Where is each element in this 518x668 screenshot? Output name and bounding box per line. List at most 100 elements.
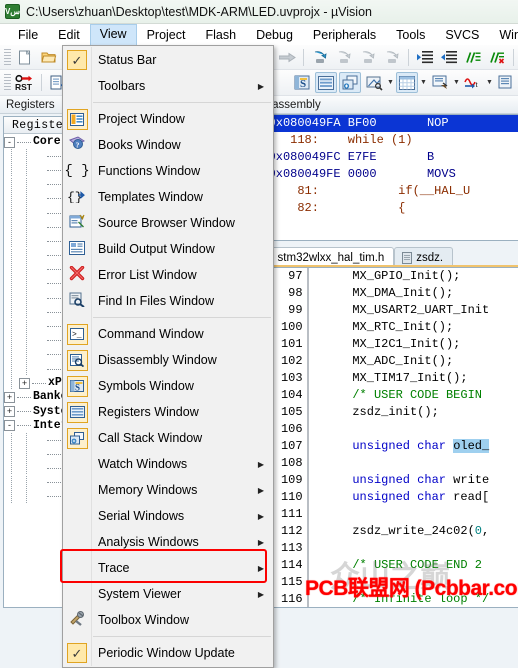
reset-icon[interactable]: RST	[14, 72, 36, 93]
editor-tab[interactable]: zsdz.	[394, 247, 454, 267]
menu-item-trace[interactable]: Trace ▶	[63, 555, 273, 581]
editor-tab[interactable]: stm32wlxx_hal_tim.h	[255, 247, 395, 267]
code-line[interactable]: MX_I2C1_Init();	[324, 336, 518, 353]
menu-item-functions-window[interactable]: { } Functions Window	[63, 158, 273, 184]
step-out-icon[interactable]	[357, 47, 379, 68]
menu-item-toolbox-window[interactable]: Toolbox Window	[63, 607, 273, 633]
fold-marker[interactable]	[309, 370, 318, 387]
menu-item-disassembly-window[interactable]: Disassembly Window	[63, 347, 273, 373]
menu-edit[interactable]: Edit	[48, 25, 90, 45]
disassembly-code[interactable]: 0x080049FA BF00 NOP 118: while (1) 0x0800…	[268, 115, 518, 240]
serial-dropdown-caret[interactable]: ▼	[452, 72, 461, 93]
menu-peripherals[interactable]: Peripherals	[303, 25, 386, 45]
fold-marker[interactable]	[309, 540, 318, 557]
code-line[interactable]: MX_USART2_UART_Init	[324, 302, 518, 319]
menu-item-build-output-window[interactable]: Build Output Window	[63, 236, 273, 262]
tree-expander-icon[interactable]: -	[4, 420, 15, 432]
code-line[interactable]: MX_RTC_Init();	[324, 319, 518, 336]
fold-marker[interactable]	[309, 489, 318, 506]
menu-item-analysis-windows[interactable]: Analysis Windows ▶	[63, 529, 273, 555]
fold-marker[interactable]	[309, 506, 318, 523]
menu-item-source-browser-window[interactable]: Source Browser Window	[63, 210, 273, 236]
code-line[interactable]: unsigned char oled_	[324, 438, 518, 455]
fold-marker[interactable]	[309, 472, 318, 489]
code-line[interactable]	[324, 455, 518, 472]
new-file-icon[interactable]	[14, 47, 36, 68]
serial-icon[interactable]	[429, 72, 451, 93]
disassembly-line[interactable]: 0x080049FE 0000 MOVS	[269, 166, 518, 183]
menu-item-periodic-window-update[interactable]: ✓ Periodic Window Update	[63, 640, 273, 666]
watch-icon[interactable]	[363, 72, 385, 93]
code-line[interactable]: /* USER CODE BEGIN	[324, 387, 518, 404]
menu-item-status-bar[interactable]: ✓ Status Bar	[63, 47, 273, 73]
run-to-cursor-icon[interactable]	[381, 47, 403, 68]
toolbar-grip[interactable]	[4, 74, 11, 91]
fold-marker[interactable]	[309, 404, 318, 421]
code-line[interactable]: unsigned char write	[324, 472, 518, 489]
menu-item-symbols-window[interactable]: S Symbols Window	[63, 373, 273, 399]
fold-marker[interactable]	[309, 319, 318, 336]
analysis-icon[interactable]: t	[462, 72, 484, 93]
code-line[interactable]: zsdz_init();	[324, 404, 518, 421]
menu-item-watch-windows[interactable]: Watch Windows ▶	[63, 451, 273, 477]
symbols-icon[interactable]: S	[291, 72, 313, 93]
step-forward-icon[interactable]	[276, 47, 298, 68]
outdent-icon[interactable]	[438, 47, 460, 68]
menu-item-books-window[interactable]: ? Books Window	[63, 132, 273, 158]
menu-tools[interactable]: Tools	[386, 25, 435, 45]
menu-item-error-list-window[interactable]: Error List Window	[63, 262, 273, 288]
memory-dropdown-caret[interactable]: ▼	[419, 72, 428, 93]
trace-icon[interactable]	[495, 72, 517, 93]
code-line[interactable]	[324, 506, 518, 523]
menu-item-call-stack-window[interactable]: Call Stack Window	[63, 425, 273, 451]
registers-icon[interactable]	[315, 72, 337, 93]
disassembly-line[interactable]: 118: while (1)	[269, 132, 518, 149]
code-line[interactable]	[324, 421, 518, 438]
analysis-dropdown-caret[interactable]: ▼	[485, 72, 494, 93]
code-line[interactable]: MX_DMA_Init();	[324, 285, 518, 302]
disassembly-line[interactable]: 0x080049FA BF00 NOP	[268, 115, 518, 132]
menu-flash[interactable]: Flash	[195, 25, 246, 45]
menu-item-command-window[interactable]: >_ Command Window	[63, 321, 273, 347]
menu-item-project-window[interactable]: Project Window	[63, 106, 273, 132]
uncomment-icon[interactable]	[486, 47, 508, 68]
code-line[interactable]: MX_GPIO_Init();	[324, 268, 518, 285]
code-line[interactable]: unsigned char read[	[324, 489, 518, 506]
tree-expander-icon[interactable]: +	[19, 377, 30, 389]
memory-icon[interactable]	[396, 72, 418, 93]
step-into-icon[interactable]	[309, 47, 331, 68]
code-line[interactable]: MX_TIM17_Init();	[324, 370, 518, 387]
tree-expander-icon[interactable]: -	[4, 136, 15, 148]
menu-item-registers-window[interactable]: Registers Window	[63, 399, 273, 425]
fold-marker[interactable]	[309, 387, 318, 404]
editor-fold-gutter[interactable]: -	[306, 268, 318, 607]
watch-dropdown-caret[interactable]: ▼	[386, 72, 395, 93]
disassembly-line[interactable]: 82: {	[269, 200, 518, 217]
fold-marker[interactable]	[309, 285, 318, 302]
indent-icon[interactable]	[414, 47, 436, 68]
menu-debug[interactable]: Debug	[246, 25, 303, 45]
menu-svcs[interactable]: SVCS	[435, 25, 489, 45]
comment-icon[interactable]	[462, 47, 484, 68]
menu-view[interactable]: View	[89, 24, 137, 45]
menu-file[interactable]: File	[8, 25, 48, 45]
fold-marker[interactable]	[309, 336, 318, 353]
menu-item-toolbars[interactable]: Toolbars ▶	[63, 73, 273, 99]
step-over-icon[interactable]	[333, 47, 355, 68]
fold-marker[interactable]	[309, 523, 318, 540]
fold-marker[interactable]	[309, 268, 318, 285]
tree-expander-icon[interactable]: +	[4, 406, 15, 418]
menu-item-memory-windows[interactable]: Memory Windows ▶	[63, 477, 273, 503]
call-stack-icon[interactable]	[339, 72, 361, 93]
menu-item-templates-window[interactable]: {} Templates Window	[63, 184, 273, 210]
fold-marker[interactable]	[309, 353, 318, 370]
fold-marker[interactable]	[309, 302, 318, 319]
code-line[interactable]: MX_ADC_Init();	[324, 353, 518, 370]
fold-marker[interactable]	[309, 421, 318, 438]
fold-marker[interactable]	[309, 438, 318, 455]
menu-item-system-viewer[interactable]: System Viewer ▶	[63, 581, 273, 607]
fold-marker[interactable]	[309, 455, 318, 472]
menu-window[interactable]: Window	[489, 25, 518, 45]
code-line[interactable]: zsdz_write_24c02(0,	[324, 523, 518, 540]
menu-item-find-in-files-window[interactable]: Find In Files Window	[63, 288, 273, 314]
